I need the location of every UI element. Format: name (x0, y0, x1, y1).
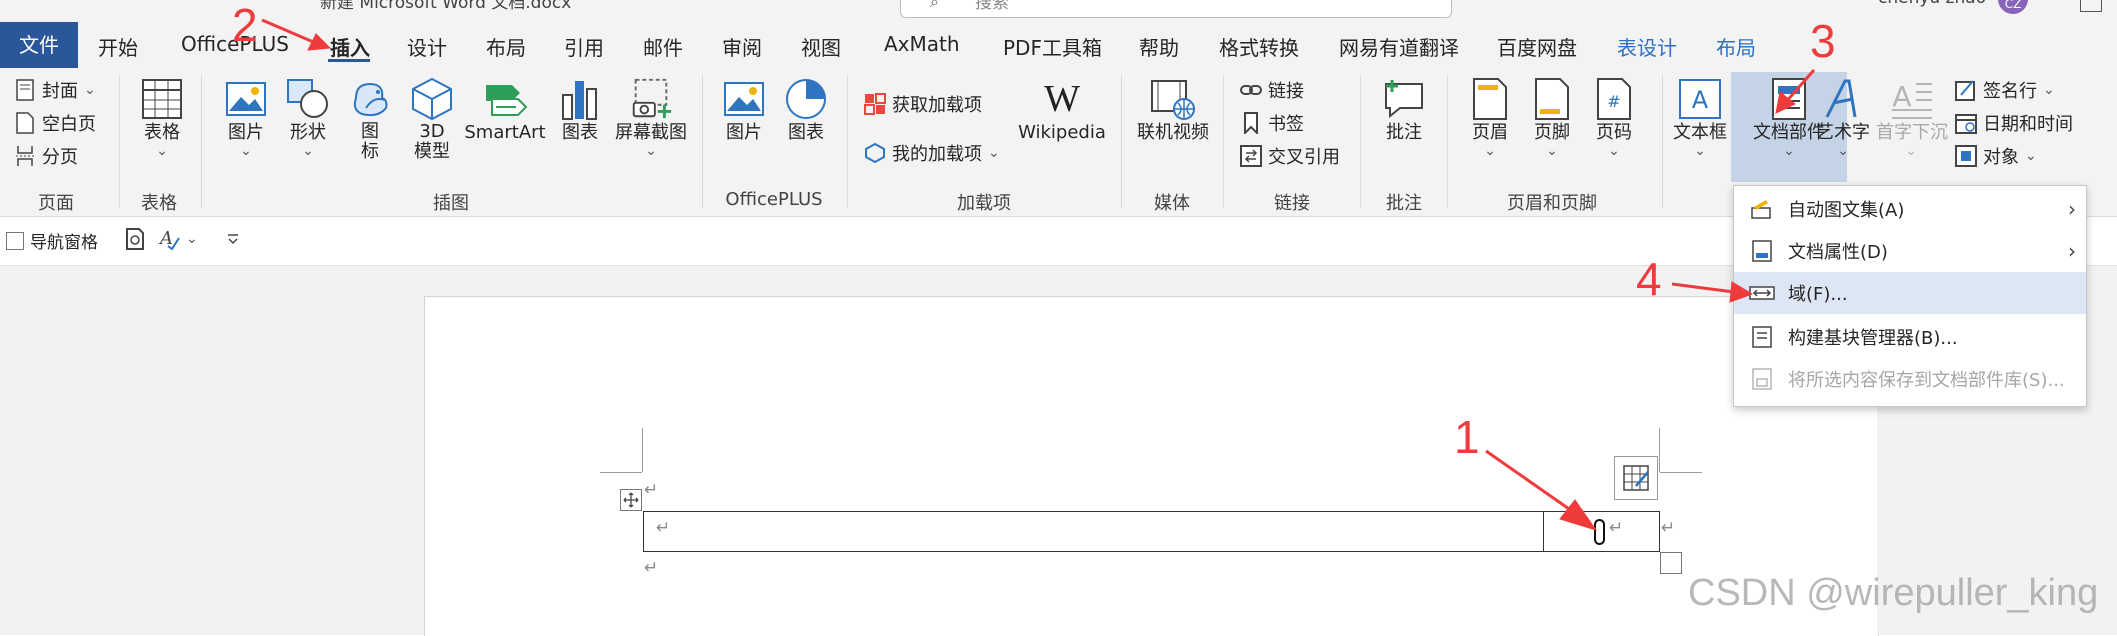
annotation-arrowhead-4 (1729, 281, 1754, 303)
annotation-arrow-2 (261, 18, 319, 46)
annotation-number-4: 4 (1636, 253, 1662, 305)
annotation-number-3: 3 (1810, 15, 1836, 67)
annotation-arrow-1 (1485, 449, 1573, 513)
annotation-number-2: 2 (232, 0, 258, 51)
annotation-arrow-4 (1671, 282, 1735, 294)
annotation-arrows (261, 18, 1816, 531)
annotation-arrow-3 (1783, 69, 1816, 104)
annotation-arrowhead-1 (1559, 499, 1598, 531)
annotation-number-1: 1 (1454, 411, 1480, 463)
watermark: CSDN @wirepuller_king (1688, 572, 2099, 614)
